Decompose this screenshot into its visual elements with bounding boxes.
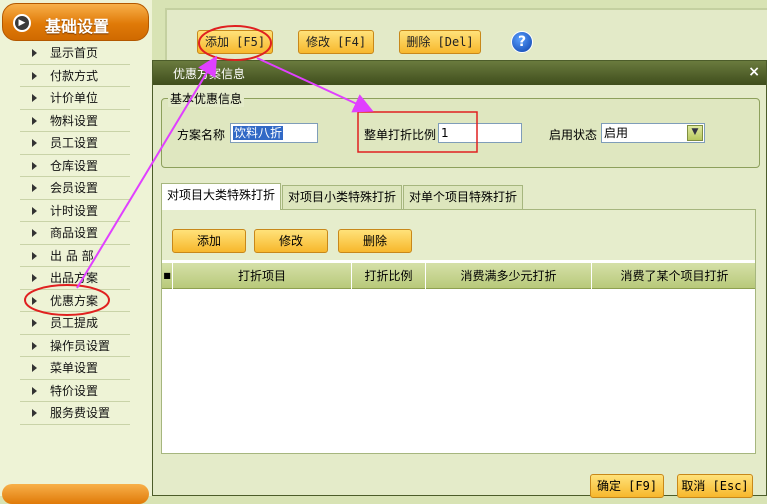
arrow-right-icon: [32, 386, 37, 395]
sidebar-item-timing[interactable]: 计时设置: [20, 200, 130, 222]
sidebar-item-label: 显示首页: [50, 46, 99, 60]
scheme-name-value: 饮料八折: [233, 126, 284, 140]
sidebar-item-label: 员工提成: [50, 316, 99, 330]
sidebar-item-label: 服务费设置: [50, 406, 111, 420]
dialog-title: 优惠方案信息: [173, 67, 246, 81]
arrow-right-icon: [32, 296, 37, 305]
sidebar-item-label: 商品设置: [50, 226, 99, 240]
sidebar-item-label: 出品方案: [50, 271, 99, 285]
basic-info-legend: 基本优惠信息: [168, 90, 245, 107]
arrow-right-icon: [32, 184, 37, 192]
close-icon[interactable]: ×: [748, 64, 760, 80]
sidebar-item-material[interactable]: 物料设置: [20, 110, 130, 132]
scheme-name-label: 方案名称: [177, 128, 226, 142]
arrow-right-icon: [32, 341, 37, 350]
arrow-right-icon: [32, 71, 37, 80]
sidebar-item-staff[interactable]: 员工设置: [20, 132, 130, 155]
arrow-right-icon: [32, 229, 37, 237]
sidebar-item-label: 会员设置: [50, 181, 99, 195]
sidebar-item-label: 优惠方案: [50, 293, 99, 308]
sidebar-item-label: 员工设置: [50, 136, 99, 150]
arrow-right-icon: [32, 319, 37, 327]
status-select[interactable]: 启用 ▼: [601, 123, 705, 143]
panel-edit-button[interactable]: 修改: [254, 229, 328, 253]
edit-button[interactable]: 修改 [F4]: [298, 30, 374, 54]
delete-button[interactable]: 删除 [Del]: [399, 30, 481, 54]
ratio-label: 整单打折比例: [364, 128, 437, 142]
sidebar-item-label: 计价单位: [50, 91, 99, 105]
sidebar-item-output-plan[interactable]: 出品方案: [20, 267, 130, 290]
sidebar-item-label: 物料设置: [50, 113, 99, 128]
tab-item-discount[interactable]: 对单个项目特殊打折: [403, 185, 524, 209]
status-value: 启用: [604, 126, 629, 140]
sidebar-item-payment[interactable]: 付款方式: [20, 65, 130, 87]
collapse-icon[interactable]: ▶: [13, 14, 31, 32]
arrow-right-icon: [32, 409, 37, 417]
status-label: 启用状态: [549, 128, 598, 142]
sidebar-item-goods[interactable]: 商品设置: [20, 222, 130, 245]
sidebar-footer: [2, 484, 149, 504]
sidebar-item-unit[interactable]: 计价单位: [20, 87, 130, 110]
arrow-right-icon: [32, 139, 37, 147]
grid-col-item-threshold[interactable]: 消费了某个项目打折: [592, 263, 757, 289]
tab-subcategory-discount[interactable]: 对项目小类特殊打折: [282, 185, 403, 209]
sidebar-item-label: 出 品 部: [50, 248, 94, 263]
sidebar-item-home[interactable]: 显示首页: [20, 42, 130, 65]
sidebar-title: 基础设置: [45, 17, 110, 36]
arrow-right-icon: [32, 94, 37, 102]
sidebar-item-warehouse[interactable]: 仓库设置: [20, 155, 130, 177]
sidebar-item-member[interactable]: 会员设置: [20, 177, 130, 200]
sidebar: ▶ 基础设置 显示首页 付款方式 计价单位 物料设置 员工设置 仓库设置 会员设…: [0, 0, 152, 504]
help-icon[interactable]: ?: [511, 31, 533, 53]
confirm-button[interactable]: 确定 [F9]: [590, 474, 664, 498]
sidebar-item-menu[interactable]: 菜单设置: [20, 357, 130, 380]
tab-category-discount[interactable]: 对项目大类特殊打折: [161, 183, 282, 210]
grid-col-ratio[interactable]: 打折比例: [352, 263, 426, 289]
sidebar-item-label: 仓库设置: [50, 158, 99, 173]
sidebar-item-service-fee[interactable]: 服务费设置: [20, 402, 130, 425]
sidebar-item-output-dept[interactable]: 出 品 部: [20, 245, 130, 267]
arrow-right-icon: [32, 364, 37, 372]
panel-add-button[interactable]: 添加: [172, 229, 246, 253]
sidebar-item-label: 特价设置: [50, 383, 99, 398]
sidebar-item-label: 菜单设置: [50, 361, 99, 375]
sidebar-item-discount-plan[interactable]: 优惠方案: [20, 290, 130, 312]
grid-col-amount-threshold[interactable]: 消费满多少元打折: [426, 263, 592, 289]
grid-col-item[interactable]: 打折项目: [173, 263, 352, 289]
grid-header: ■ 打折项目 打折比例 消费满多少元打折 消费了某个项目打折: [162, 263, 755, 289]
arrow-right-icon: [32, 116, 37, 125]
tab-panel: 添加 修改 删除 ■ 打折项目 打折比例 消费满多少元打折 消费了某个项目打折: [161, 209, 756, 454]
chevron-down-icon[interactable]: ▼: [687, 125, 703, 141]
panel-toolbar: 添加 修改 删除: [162, 210, 755, 260]
panel-delete-button[interactable]: 删除: [338, 229, 412, 253]
arrow-right-icon: [32, 251, 37, 260]
discount-plan-dialog: 优惠方案信息 × 基本优惠信息 方案名称 饮料八折 整单打折比例 1 启用状态 …: [152, 60, 767, 498]
basic-info-group: 基本优惠信息 方案名称 饮料八折 整单打折比例 1 启用状态 启用 ▼: [161, 90, 760, 168]
sidebar-item-label: 付款方式: [50, 68, 99, 83]
sidebar-list: 显示首页 付款方式 计价单位 物料设置 员工设置 仓库设置 会员设置 计时设置 …: [20, 42, 130, 425]
cancel-button[interactable]: 取消 [Esc]: [677, 474, 753, 498]
arrow-right-icon: [32, 274, 37, 282]
sidebar-item-label: 计时设置: [50, 203, 99, 218]
arrow-right-icon: [32, 49, 37, 57]
arrow-right-icon: [32, 161, 37, 170]
sidebar-item-special-price[interactable]: 特价设置: [20, 380, 130, 402]
dialog-titlebar[interactable]: 优惠方案信息 ×: [153, 61, 766, 85]
grid-rownum-header: ■: [162, 263, 173, 289]
sidebar-item-label: 操作员设置: [50, 338, 111, 353]
sidebar-item-commission[interactable]: 员工提成: [20, 312, 130, 335]
add-button[interactable]: 添加 [F5]: [197, 30, 273, 54]
ratio-input[interactable]: 1: [438, 123, 522, 143]
sidebar-item-operator[interactable]: 操作员设置: [20, 335, 130, 357]
sidebar-header[interactable]: ▶ 基础设置: [2, 3, 149, 41]
scheme-name-input[interactable]: 饮料八折: [230, 123, 318, 143]
arrow-right-icon: [32, 206, 37, 215]
